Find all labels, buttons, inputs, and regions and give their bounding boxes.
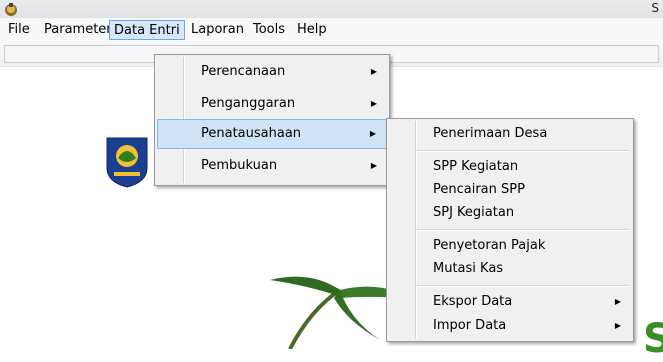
submenu-arrow-icon: ▶ — [370, 161, 377, 170]
menu-item-label: Penatausahaan — [201, 126, 302, 141]
penatausahaan-submenu: Penerimaan Desa SPP Kegiatan Pencairan S… — [386, 118, 634, 342]
menu-data-entri[interactable]: Data Entri — [109, 20, 185, 40]
menu-item-spp-kegiatan[interactable]: SPP Kegiatan — [389, 155, 631, 179]
menu-item-impor-data[interactable]: Impor Data ▶ — [389, 314, 631, 338]
menu-tools[interactable]: Tools — [249, 20, 289, 40]
menu-file[interactable]: File — [4, 20, 34, 40]
menu-item-label: Penerimaan Desa — [433, 126, 548, 141]
menu-item-mutasi-kas[interactable]: Mutasi Kas — [389, 257, 631, 281]
menu-item-label: SPP Kegiatan — [433, 159, 519, 174]
menu-help[interactable]: Help — [293, 20, 331, 40]
menu-item-pencairan-spp[interactable]: Pencairan SPP — [389, 178, 631, 202]
menu-item-penganggaran[interactable]: Penganggaran ▶ — [157, 89, 387, 119]
menu-separator — [417, 285, 629, 287]
government-emblem-logo — [106, 137, 148, 188]
menu-item-label: Mutasi Kas — [433, 261, 504, 276]
submenu-arrow-icon: ▶ — [370, 99, 377, 108]
menu-item-label: Impor Data — [433, 318, 507, 333]
menu-item-penatausahaan[interactable]: Penatausahaan ▶ — [157, 119, 387, 149]
menu-item-label: Perencanaan — [201, 64, 286, 79]
menu-item-label: Pembukuan — [201, 158, 278, 173]
app-icon — [5, 3, 17, 16]
menu-item-label: Pencairan SPP — [433, 182, 525, 197]
menu-item-penyetoran-pajak[interactable]: Penyetoran Pajak — [389, 234, 631, 258]
menu-item-label: Ekspor Data — [433, 294, 513, 309]
menu-parameter[interactable]: Parameter — [40, 20, 116, 40]
data-entri-dropdown: Perencanaan ▶ Penganggaran ▶ Penatausaha… — [154, 54, 390, 186]
menu-item-penerimaan-desa[interactable]: Penerimaan Desa — [389, 122, 631, 146]
submenu-arrow-icon: ▶ — [614, 321, 621, 330]
menu-item-pembukuan[interactable]: Pembukuan ▶ — [157, 151, 387, 181]
submenu-arrow-icon: ▶ — [370, 67, 377, 76]
menu-item-spj-kegiatan[interactable]: SPJ Kegiatan — [389, 201, 631, 225]
menu-separator — [417, 150, 629, 152]
menu-item-label: Penganggaran — [201, 96, 296, 111]
submenu-arrow-icon: ▶ — [369, 129, 376, 138]
menu-laporan[interactable]: Laporan — [187, 20, 248, 40]
background-brand-letter: S — [643, 316, 663, 362]
menu-separator — [417, 229, 629, 231]
menu-item-ekspor-data[interactable]: Ekspor Data ▶ — [389, 290, 631, 314]
menu-item-label: Penyetoran Pajak — [433, 238, 546, 253]
submenu-arrow-icon: ▶ — [614, 297, 621, 306]
title-bar: S — [0, 0, 663, 18]
menu-item-perencanaan[interactable]: Perencanaan ▶ — [157, 57, 387, 87]
window-title: S — [651, 1, 659, 15]
menu-bar: File Parameter Data Entri Laporan Tools … — [0, 18, 663, 42]
menu-item-label: SPJ Kegiatan — [433, 205, 515, 220]
